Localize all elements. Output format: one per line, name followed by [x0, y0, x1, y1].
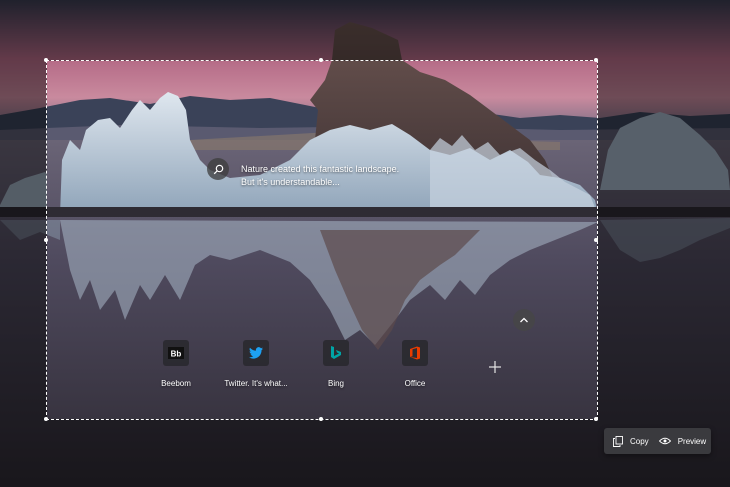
resize-handle-bottom[interactable] — [319, 417, 323, 421]
quick-link-beebom[interactable]: Bb Beebom — [136, 340, 216, 388]
twitter-icon — [243, 340, 269, 366]
resize-handle-bottom-left[interactable] — [44, 417, 48, 421]
bing-icon — [323, 340, 349, 366]
quick-link-label: Beebom — [161, 379, 191, 388]
add-quick-link-button[interactable] — [485, 357, 505, 377]
quick-link-label: Bing — [327, 379, 344, 388]
copy-label: Copy — [630, 436, 649, 446]
chevron-up-icon — [520, 317, 528, 323]
office-icon — [402, 340, 428, 366]
screen-capture-stage: Nature created this fantastic landscape.… — [0, 0, 730, 487]
caption-line-2: But it's understandable... — [241, 177, 340, 187]
quick-link-label: Office — [404, 379, 426, 388]
image-info-button[interactable] — [207, 158, 229, 180]
quick-link-bing[interactable]: Bing — [296, 340, 376, 388]
search-icon — [213, 164, 223, 174]
resize-handle-right[interactable] — [594, 238, 598, 242]
copy-button[interactable]: Copy — [613, 428, 649, 454]
beebom-icon: Bb — [163, 340, 189, 366]
eye-icon — [658, 437, 671, 445]
resize-handle-top-left[interactable] — [44, 58, 48, 62]
preview-label: Preview — [677, 436, 707, 446]
quick-link-twitter[interactable]: Twitter. It's what... — [216, 340, 296, 388]
resize-handle-top[interactable] — [319, 58, 323, 62]
plus-icon — [489, 361, 501, 373]
image-caption[interactable]: Nature created this fantastic landscape.… — [241, 163, 399, 189]
quick-link-label: Twitter. It's what... — [224, 379, 288, 388]
capture-toolbar: Copy Preview — [604, 428, 711, 454]
quick-link-office[interactable]: Office — [375, 340, 455, 388]
caption-line-1: Nature created this fantastic landscape. — [241, 164, 400, 174]
resize-handle-top-right[interactable] — [594, 58, 598, 62]
resize-handle-left[interactable] — [44, 238, 48, 242]
svg-text:Bb: Bb — [171, 350, 182, 359]
copy-icon — [613, 435, 623, 447]
collapse-button[interactable] — [513, 309, 535, 331]
resize-handle-bottom-right[interactable] — [594, 417, 598, 421]
preview-button[interactable]: Preview — [658, 428, 707, 454]
